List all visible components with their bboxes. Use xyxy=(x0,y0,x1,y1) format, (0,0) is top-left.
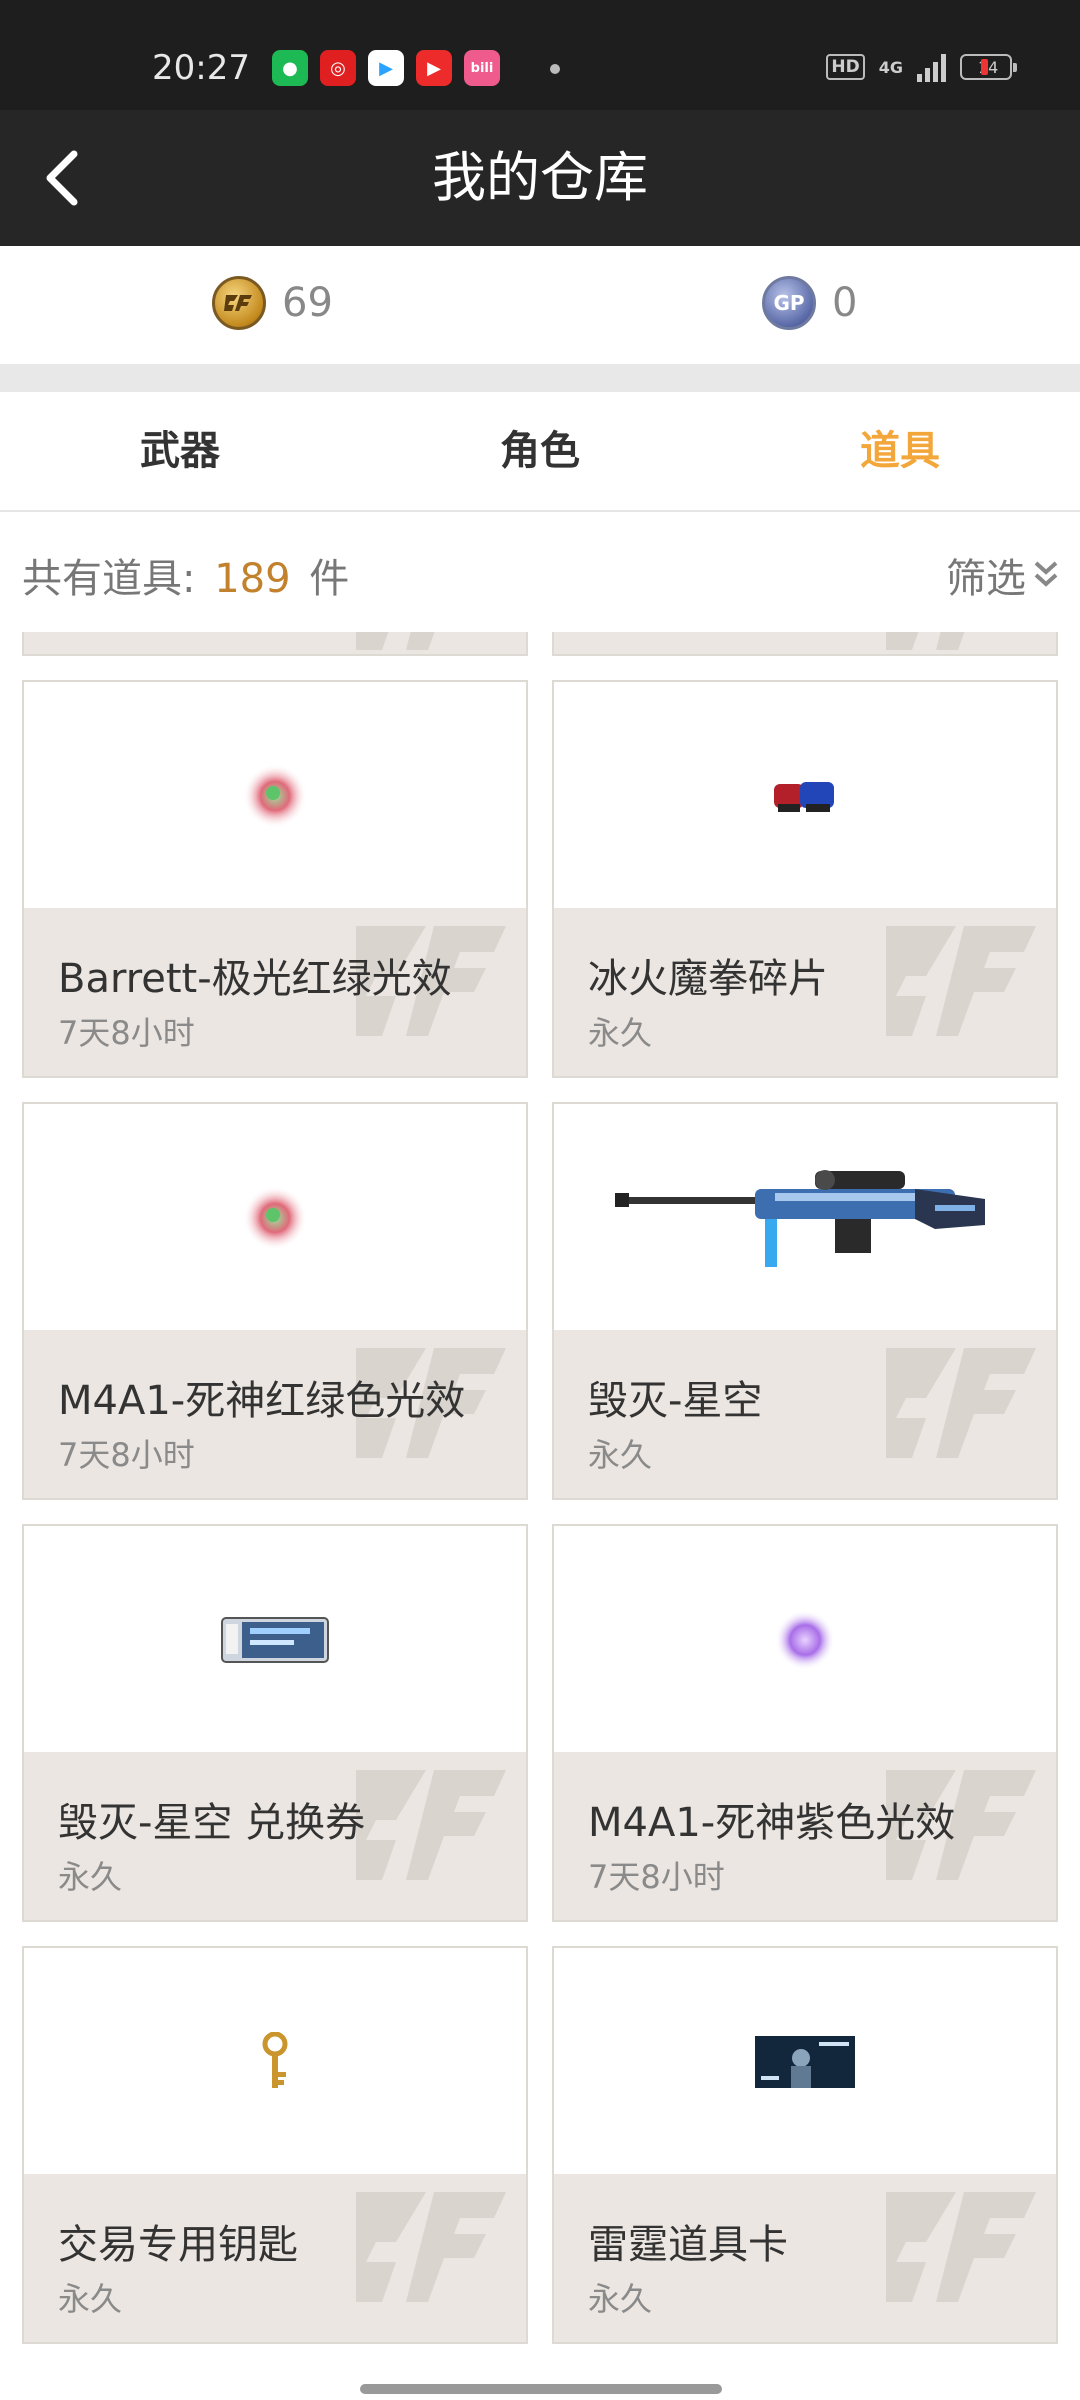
double-chevron-down-icon xyxy=(1034,561,1058,587)
item-name: 雷霆道具卡 xyxy=(588,2222,788,2268)
cf-watermark-icon xyxy=(886,632,965,650)
status-time: 20:27 xyxy=(152,48,250,88)
tab-characters[interactable]: 角色 xyxy=(360,392,720,510)
item-card[interactable]: M4A1-死神红绿色光效 7天8小时 xyxy=(22,1102,528,1500)
item-image xyxy=(24,1948,526,2176)
tab-weapons[interactable]: 武器 xyxy=(0,392,360,510)
more-notifications-dot xyxy=(550,64,560,74)
item-card[interactable]: 冰火魔拳碎片 永久 xyxy=(552,680,1058,1078)
wechat-mini-icon: ● xyxy=(272,50,308,86)
item-count-text: 共有道具: 189 件 xyxy=(22,546,349,604)
item-duration: 永久 xyxy=(588,1436,653,1474)
home-indicator[interactable] xyxy=(360,2384,722,2394)
voucher-ticket-icon xyxy=(221,1617,329,1663)
status-bar: 20:27 ● ◎ ▶ ▶ bili HD 4G 14 xyxy=(0,0,1080,110)
tab-items[interactable]: 道具 xyxy=(720,392,1080,510)
item-count-prefix: 共有道具: xyxy=(22,556,196,602)
item-card[interactable]: 毁灭-星空 兑换券 永久 xyxy=(22,1524,528,1922)
battery-icon: 14 xyxy=(960,54,1017,80)
item-count-unit: 件 xyxy=(309,556,350,602)
cf-watermark-icon xyxy=(886,2192,1036,2302)
filter-button[interactable]: 筛选 xyxy=(946,546,1060,604)
item-duration: 7天8小时 xyxy=(58,1436,195,1474)
page-title: 我的仓库 xyxy=(432,146,648,209)
item-card[interactable]: M4A1-死神紫色光效 7天8小时 xyxy=(552,1524,1058,1922)
item-card[interactable]: 毁灭-星空 永久 xyxy=(552,1102,1058,1500)
item-image xyxy=(554,1948,1056,2176)
item-name: M4A1-死神红绿色光效 xyxy=(58,1378,466,1424)
item-info: M4A1-死神紫色光效 7天8小时 xyxy=(554,1752,1056,1920)
item-count-value: 189 xyxy=(214,556,291,602)
tencent-video-icon: ▶ xyxy=(368,50,404,86)
item-duration: 永久 xyxy=(588,1014,653,1052)
purple-glow-icon xyxy=(775,1610,835,1670)
inventory-summary: 共有道具: 189 件 筛选 xyxy=(0,512,1080,630)
notification-icons: ● ◎ ▶ ▶ bili xyxy=(272,50,500,86)
cf-coin-icon xyxy=(212,276,266,330)
gp-balance: GP 0 xyxy=(762,276,857,330)
category-tabs: 武器 角色 道具 xyxy=(0,392,1080,512)
item-card[interactable]: 雷霆道具卡 永久 xyxy=(552,1946,1058,2344)
fist-fragment-icon xyxy=(774,782,834,812)
item-grid-viewport[interactable]: 永久 永久 Barrett-极光红绿光效 7天8小时 xyxy=(0,632,1080,2400)
item-name: 交易专用钥匙 xyxy=(58,2222,298,2268)
netease-music-icon: ◎ xyxy=(320,50,356,86)
signal-icon xyxy=(917,52,946,82)
hd-icon: HD xyxy=(826,54,865,80)
item-image xyxy=(24,1526,526,1754)
section-divider xyxy=(0,364,1080,392)
red-green-glow-icon xyxy=(243,1186,307,1250)
app-header: 我的仓库 xyxy=(0,110,1080,246)
item-duration: 永久 xyxy=(58,2280,123,2318)
cf-watermark-icon xyxy=(356,1770,506,1880)
cf-watermark-icon xyxy=(356,2192,506,2302)
cf-watermark-icon xyxy=(886,1348,1036,1458)
cf-watermark-icon xyxy=(356,632,435,650)
item-card[interactable]: 交易专用钥匙 永久 xyxy=(22,1946,528,2344)
item-info: 冰火魔拳碎片 永久 xyxy=(554,908,1056,1076)
red-green-glow-icon xyxy=(243,764,307,828)
item-duration: 永久 xyxy=(588,2280,653,2318)
item-image xyxy=(554,1526,1056,1754)
youtube-style-icon: ▶ xyxy=(416,50,452,86)
item-info: 毁灭-星空 兑换券 永久 xyxy=(24,1752,526,1920)
item-info: Barrett-极光红绿光效 7天8小时 xyxy=(24,908,526,1076)
item-grid: 永久 永久 Barrett-极光红绿光效 7天8小时 xyxy=(22,632,1058,2344)
item-card[interactable]: 永久 xyxy=(552,632,1058,656)
item-duration: 7天8小时 xyxy=(588,1858,725,1896)
item-name: 冰火魔拳碎片 xyxy=(588,956,828,1002)
bilibili-icon: bili xyxy=(464,50,500,86)
item-info: 雷霆道具卡 永久 xyxy=(554,2174,1056,2342)
item-image xyxy=(554,682,1056,910)
item-card[interactable]: 永久 xyxy=(22,632,528,656)
item-duration: 7天8小时 xyxy=(58,1014,195,1052)
gp-coin-icon: GP xyxy=(762,276,816,330)
item-image xyxy=(24,682,526,910)
cf-watermark-icon xyxy=(886,926,1036,1036)
item-name: 毁灭-星空 xyxy=(588,1378,763,1424)
item-card-icon xyxy=(755,2036,855,2088)
item-card[interactable]: Barrett-极光红绿光效 7天8小时 xyxy=(22,680,528,1078)
item-duration: 永久 xyxy=(58,1858,123,1896)
system-indicators: HD 4G 14 xyxy=(826,52,1017,82)
sniper-rifle-icon xyxy=(615,1170,985,1267)
item-info: 毁灭-星空 永久 xyxy=(554,1330,1056,1498)
item-info: 永久 xyxy=(24,632,526,654)
item-image xyxy=(554,1104,1056,1332)
currency-bar: 69 GP 0 xyxy=(0,246,1080,364)
cf-coin-balance: 69 xyxy=(212,276,333,330)
gp-value: 0 xyxy=(832,280,858,326)
item-name: 毁灭-星空 兑换券 xyxy=(58,1800,366,1846)
cf-coin-value: 69 xyxy=(282,280,333,326)
network-label: 4G xyxy=(878,57,903,77)
item-info: M4A1-死神红绿色光效 7天8小时 xyxy=(24,1330,526,1498)
item-name: M4A1-死神紫色光效 xyxy=(588,1800,956,1846)
item-info: 交易专用钥匙 永久 xyxy=(24,2174,526,2342)
item-name: Barrett-极光红绿光效 xyxy=(58,956,452,1002)
item-image xyxy=(24,1104,526,1332)
filter-label: 筛选 xyxy=(946,556,1026,602)
key-icon xyxy=(262,2032,288,2088)
item-info: 永久 xyxy=(554,632,1056,654)
